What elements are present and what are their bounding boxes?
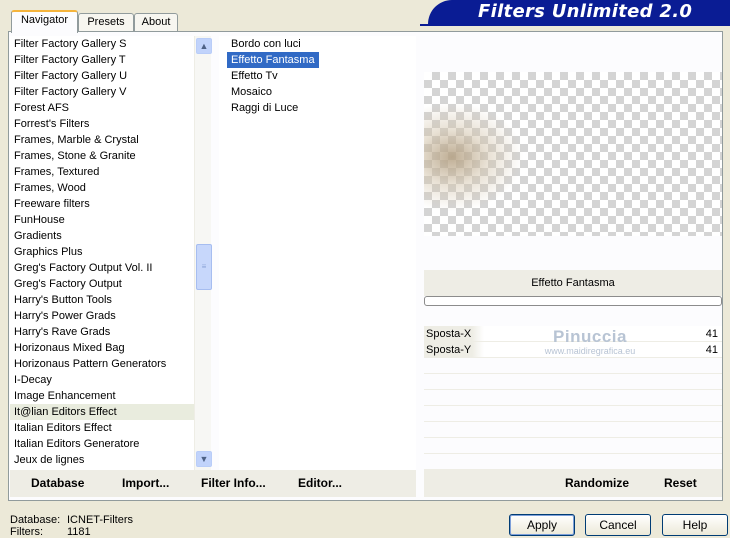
category-item[interactable]: Image Enhancement xyxy=(10,388,210,404)
category-item[interactable]: Greg's Factory Output xyxy=(10,276,210,292)
grip-icon: ≡ xyxy=(201,262,207,271)
reset-button[interactable]: Reset xyxy=(664,476,697,490)
filter-list[interactable]: Bordo con luci Effetto Fantasma Effetto Tv… xyxy=(219,36,416,470)
scroll-down-button[interactable]: ▼ xyxy=(196,451,212,467)
category-item[interactable]: Freeware filters xyxy=(10,196,210,212)
category-scrollbar[interactable]: ▲ ≡ ▼ xyxy=(194,36,212,470)
import-button[interactable]: Import... xyxy=(122,476,169,490)
param-row[interactable]: Sposta-X 41 xyxy=(424,326,722,342)
category-item[interactable]: Forest AFS xyxy=(10,100,210,116)
category-item[interactable]: Italian Editors Effect xyxy=(10,420,210,436)
category-item[interactable]: Frames, Stone & Granite xyxy=(10,148,210,164)
cancel-button[interactable]: Cancel xyxy=(585,514,651,536)
left-toolbar: Database Import... Filter Info... Editor… xyxy=(10,470,416,497)
category-item[interactable]: Filter Factory Gallery T xyxy=(10,52,210,68)
filter-name-label: Effetto Fantasma xyxy=(424,270,722,296)
filter-item[interactable]: Mosaico xyxy=(227,84,272,100)
editor-button[interactable]: Editor... xyxy=(298,476,342,490)
tab-navigator[interactable]: Navigator xyxy=(11,10,78,33)
filter-info-button[interactable]: Filter Info... xyxy=(201,476,266,490)
filter-item[interactable]: Effetto Tv xyxy=(227,68,278,84)
banner-underline xyxy=(420,24,730,26)
right-toolbar: Randomize Reset xyxy=(424,470,722,497)
category-item[interactable]: Frames, Marble & Crystal xyxy=(10,132,210,148)
scroll-thumb[interactable]: ≡ xyxy=(196,244,212,290)
param-label: Sposta-Y xyxy=(426,344,472,356)
category-item[interactable]: Greg's Factory Output Vol. II xyxy=(10,260,210,276)
filter-item[interactable]: Bordo con luci xyxy=(227,36,301,52)
category-item[interactable]: Jeux de lignes xyxy=(10,452,210,468)
randomize-button[interactable]: Randomize xyxy=(565,476,629,490)
category-item[interactable]: Frames, Textured xyxy=(10,164,210,180)
database-label: Database: xyxy=(10,514,61,526)
param-row-empty xyxy=(424,390,722,406)
status-area: Database: ICNET-Filters Filters: 1181 xyxy=(10,514,133,538)
category-item[interactable]: Filter Factory Gallery V xyxy=(10,84,210,100)
category-item[interactable]: Gradients xyxy=(10,228,210,244)
param-row-empty xyxy=(424,422,722,438)
param-row-empty xyxy=(424,438,722,454)
category-item[interactable]: Italian Editors Generatore xyxy=(10,436,210,452)
filter-item[interactable]: Effetto Fantasma xyxy=(227,52,319,68)
param-row-empty xyxy=(424,406,722,422)
category-item[interactable]: I-Decay xyxy=(10,372,210,388)
chevron-down-icon: ▼ xyxy=(199,454,209,464)
scroll-up-button[interactable]: ▲ xyxy=(196,38,212,54)
chevron-up-icon: ▲ xyxy=(199,41,209,51)
app-banner: Filters Unlimited 2.0 xyxy=(428,0,730,24)
category-item[interactable]: Horizonaus Pattern Generators xyxy=(10,356,210,372)
filters-label: Filters: xyxy=(10,526,43,538)
tab-about[interactable]: About xyxy=(134,13,178,32)
progress-bar xyxy=(424,296,722,306)
category-item[interactable]: Frames, Wood xyxy=(10,180,210,196)
filter-item[interactable]: Raggi di Luce xyxy=(227,100,298,116)
database-button[interactable]: Database xyxy=(31,476,84,490)
help-button[interactable]: Help xyxy=(662,514,728,536)
category-item[interactable]: Horizonaus Mixed Bag xyxy=(10,340,210,356)
param-row[interactable]: Sposta-Y 41 xyxy=(424,342,722,358)
category-item[interactable]: Graphics Plus xyxy=(10,244,210,260)
category-item[interactable]: Filter Factory Gallery U xyxy=(10,68,210,84)
param-label: Sposta-X xyxy=(426,328,472,340)
parameter-list: Sposta-X 41 Sposta-Y 41 xyxy=(424,326,722,486)
database-value: ICNET-Filters xyxy=(67,514,133,526)
apply-button[interactable]: Apply xyxy=(509,514,575,536)
category-item[interactable]: Harry's Button Tools xyxy=(10,292,210,308)
category-item[interactable]: Forrest's Filters xyxy=(10,116,210,132)
param-value: 41 xyxy=(705,344,718,356)
param-row-empty xyxy=(424,358,722,374)
category-item[interactable]: Harry's Power Grads xyxy=(10,308,210,324)
param-row-empty xyxy=(424,454,722,470)
category-item[interactable]: FunHouse xyxy=(10,212,210,228)
param-value: 41 xyxy=(705,328,718,340)
category-item[interactable]: Harry's Rave Grads xyxy=(10,324,210,340)
filters-count: 1181 xyxy=(67,526,91,538)
preview-image xyxy=(424,72,722,236)
tab-presets[interactable]: Presets xyxy=(78,13,134,32)
param-row-empty xyxy=(424,374,722,390)
category-item[interactable]: Filter Factory Gallery S xyxy=(10,36,210,52)
category-item[interactable]: It@lian Editors Effect xyxy=(10,404,210,420)
preview-effect xyxy=(424,102,524,212)
category-list[interactable]: Filter Factory Gallery S Filter Factory G… xyxy=(10,36,210,470)
